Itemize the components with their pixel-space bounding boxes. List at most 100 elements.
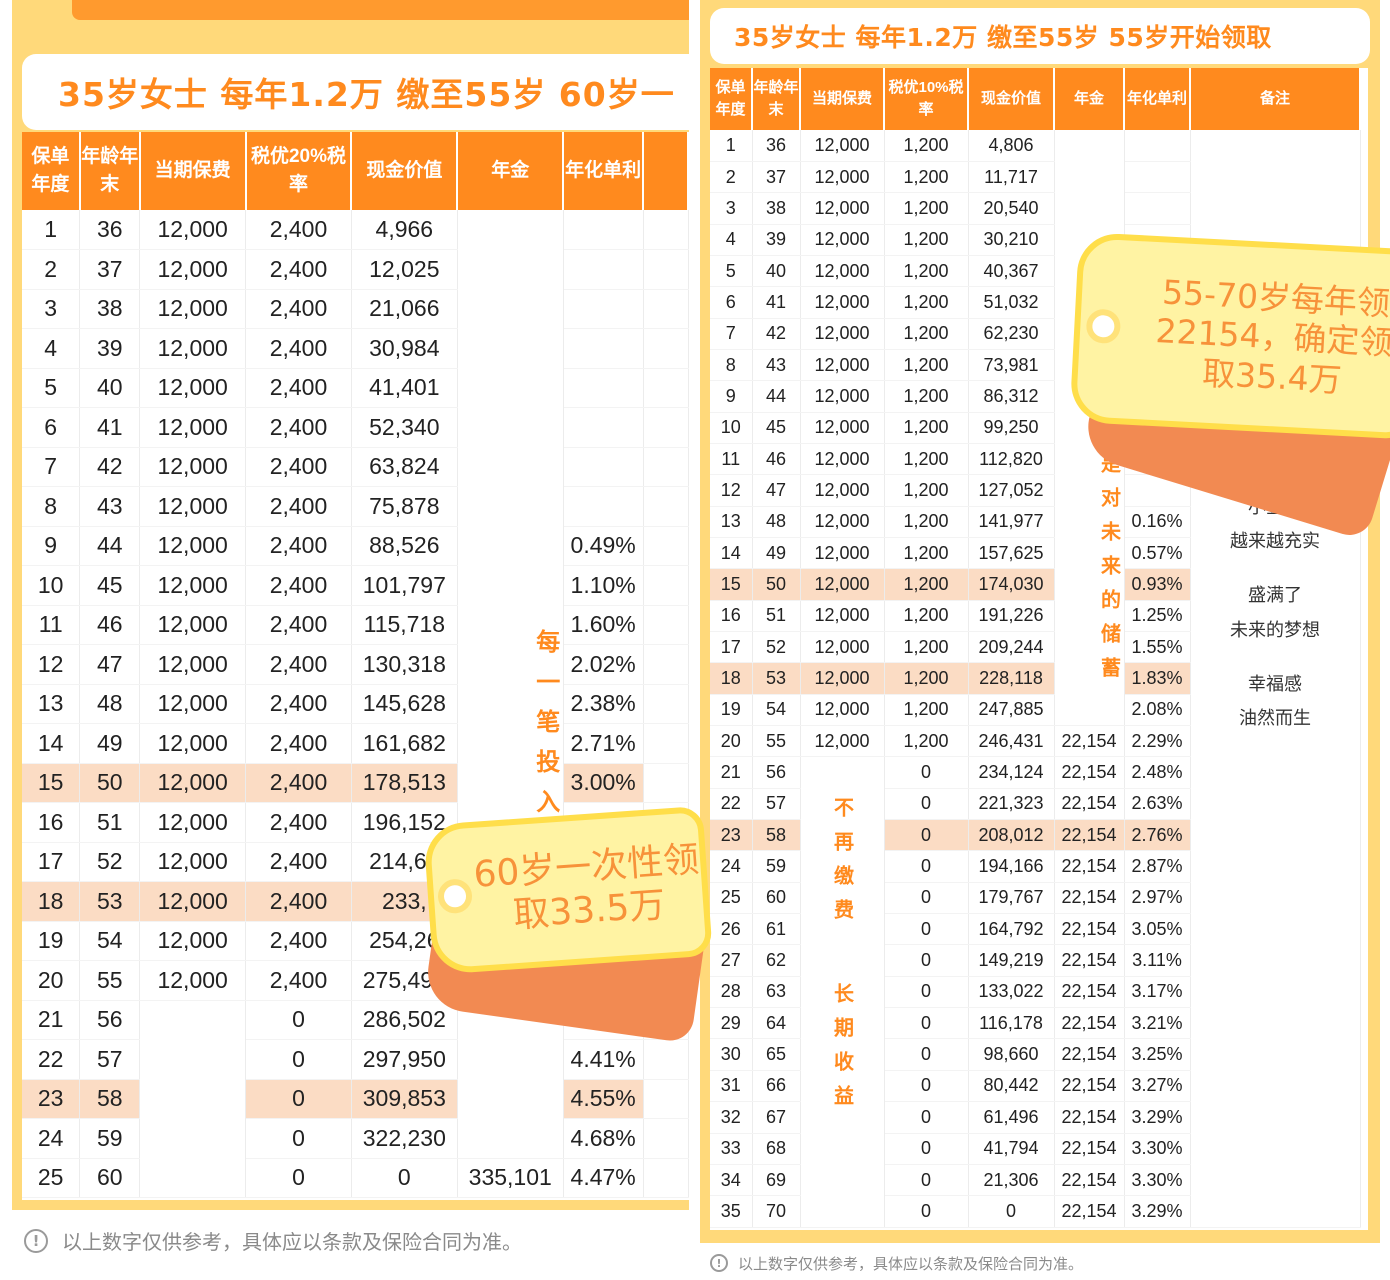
table-cell: 1,200 xyxy=(884,192,969,225)
table-cell-blank xyxy=(139,1000,247,1198)
table-cell: 36 xyxy=(79,210,141,250)
right-table-header-row: 保单年度 年龄年末 当期保费 税优10%税率 现金价值 年金 年化单利 备注 xyxy=(710,68,1361,130)
table-cell: 0 xyxy=(884,756,969,789)
table-cell: 0 xyxy=(884,850,969,883)
table-cell: 2,400 xyxy=(245,210,352,250)
table-cell: 59 xyxy=(79,1118,141,1159)
table-cell: 174,030 xyxy=(968,568,1055,601)
table-row: 4 39 12,000 2,400 30,984 xyxy=(22,328,689,369)
table-cell: 1,200 xyxy=(884,349,969,382)
table-cell: 3.25% xyxy=(1124,1038,1191,1071)
table-cell: 0 xyxy=(884,913,969,946)
right-footnote-text: 以上数字仅供参考，具体应以条款及保险合同为准。 xyxy=(738,1254,1084,1273)
header-cell: 年金 xyxy=(457,132,565,210)
table-row: 10 45 12,000 2,400 101,797 1.10% xyxy=(22,565,689,606)
left-title-bar: 35岁女士 每年1.2万 缴至55岁 60岁一 xyxy=(22,54,689,130)
table-cell: 22,154 xyxy=(1054,850,1125,883)
table-cell: 0 xyxy=(884,788,969,821)
table-row: 5 40 12,000 2,400 41,401 xyxy=(22,368,689,408)
header-cell: 保单年度 xyxy=(22,132,81,210)
remark-line: 油然而生 xyxy=(1239,707,1311,728)
table-cell: 2.02% xyxy=(563,644,644,685)
table-cell: 22,154 xyxy=(1054,725,1125,758)
table-cell: 0 xyxy=(245,1158,352,1198)
table-cell: 33 xyxy=(710,1133,753,1165)
table-cell: 3.29% xyxy=(1124,1101,1191,1134)
table-cell: 2,400 xyxy=(245,960,352,1001)
table-cell: 2,400 xyxy=(245,684,352,724)
right-title-bar: 35岁女士 每年1.2万 缴至55岁 55岁开始领取 xyxy=(710,8,1370,64)
left-benefit-table: 保单年度 年龄年末 当期保费 税优20%税率 现金价值 年金 年化单利 1 36 1… xyxy=(22,132,689,1198)
table-cell: 12,000 xyxy=(139,526,247,566)
table-cell: 1.25% xyxy=(1124,600,1191,633)
header-cell: 当期保费 xyxy=(139,132,247,210)
table-cell: 12 xyxy=(710,474,753,507)
table-cell: 12,000 xyxy=(800,662,885,695)
table-cell: 10 xyxy=(22,565,81,606)
table-cell: 221,323 xyxy=(968,788,1055,821)
table-cell: 247,885 xyxy=(968,694,1055,727)
table-cell-blank xyxy=(643,605,689,645)
table-cell: 1,200 xyxy=(884,537,969,570)
table-cell: 12,000 xyxy=(800,255,885,288)
table-cell: 25 xyxy=(710,882,753,915)
table-cell: 3.00% xyxy=(563,763,644,803)
table-cell: 12,000 xyxy=(139,921,247,961)
table-cell: 12,000 xyxy=(800,318,885,350)
table-cell: 12,000 xyxy=(139,249,247,290)
table-cell: 0 xyxy=(884,944,969,977)
table-cell: 49 xyxy=(79,723,141,764)
table-cell: 12,000 xyxy=(139,368,247,408)
table-cell: 46 xyxy=(79,605,141,645)
table-cell: 2,400 xyxy=(245,447,352,487)
right-benefit-panel: 35岁女士 每年1.2万 缴至55岁 55岁开始领取 保单年度 年龄年末 当期保… xyxy=(700,0,1380,1243)
table-cell: 130,318 xyxy=(351,644,458,685)
table-cell-blank xyxy=(643,486,689,527)
table-cell xyxy=(1124,130,1191,162)
table-row: 9 44 12,000 2,400 88,526 0.49% xyxy=(22,526,689,566)
table-cell: 149,219 xyxy=(968,944,1055,977)
table-cell: 0 xyxy=(245,1079,352,1119)
table-cell: 58 xyxy=(752,819,801,852)
table-cell: 1.60% xyxy=(563,605,644,645)
table-cell: 178,513 xyxy=(351,763,458,803)
table-cell: 52 xyxy=(752,631,801,664)
table-cell xyxy=(563,289,644,329)
table-cell: 53 xyxy=(752,662,801,695)
table-cell: 2,400 xyxy=(245,921,352,961)
table-cell: 12,000 xyxy=(800,412,885,444)
left-footnote: ! 以上数字仅供参考，具体应以条款及保险合同为准。 xyxy=(24,1226,522,1255)
table-cell: 127,052 xyxy=(968,474,1055,507)
table-cell: 0 xyxy=(884,976,969,1009)
table-cell: 141,977 xyxy=(968,506,1055,538)
table-cell: 57 xyxy=(79,1039,141,1080)
table-cell: 86,312 xyxy=(968,380,1055,413)
table-cell: 75,878 xyxy=(351,486,458,527)
table-cell: 209,244 xyxy=(968,631,1055,664)
header-cell: 年化单利 xyxy=(563,132,645,210)
table-cell: 0 xyxy=(351,1158,458,1198)
table-cell: 0 xyxy=(884,1038,969,1071)
table-cell: 322,230 xyxy=(351,1118,458,1159)
table-cell: 12 xyxy=(22,644,81,685)
table-cell: 50 xyxy=(79,763,141,803)
table-cell: 2.63% xyxy=(1124,788,1191,821)
table-cell: 41,794 xyxy=(968,1133,1055,1165)
table-cell: 22,154 xyxy=(1054,1195,1125,1228)
table-cell: 12,000 xyxy=(800,349,885,382)
table-row: 12 47 12,000 2,400 130,318 2.02% xyxy=(22,644,689,685)
table-cell: 22,154 xyxy=(1054,788,1125,821)
table-cell: 12,000 xyxy=(800,694,885,727)
table-cell: 56 xyxy=(79,1000,141,1040)
table-cell: 38 xyxy=(752,192,801,225)
table-cell: 8 xyxy=(710,349,753,382)
table-cell: 2.29% xyxy=(1124,725,1191,758)
table-cell: 55 xyxy=(752,725,801,758)
table-cell: 6 xyxy=(710,286,753,319)
table-cell xyxy=(1124,192,1191,225)
table-cell: 12,000 xyxy=(800,506,885,538)
table-cell: 3.11% xyxy=(1124,944,1191,977)
remark-group: 盛满了 未来的梦想 xyxy=(1191,578,1360,646)
table-cell: 4.68% xyxy=(563,1118,644,1159)
table-cell: 22,154 xyxy=(1054,1070,1125,1103)
